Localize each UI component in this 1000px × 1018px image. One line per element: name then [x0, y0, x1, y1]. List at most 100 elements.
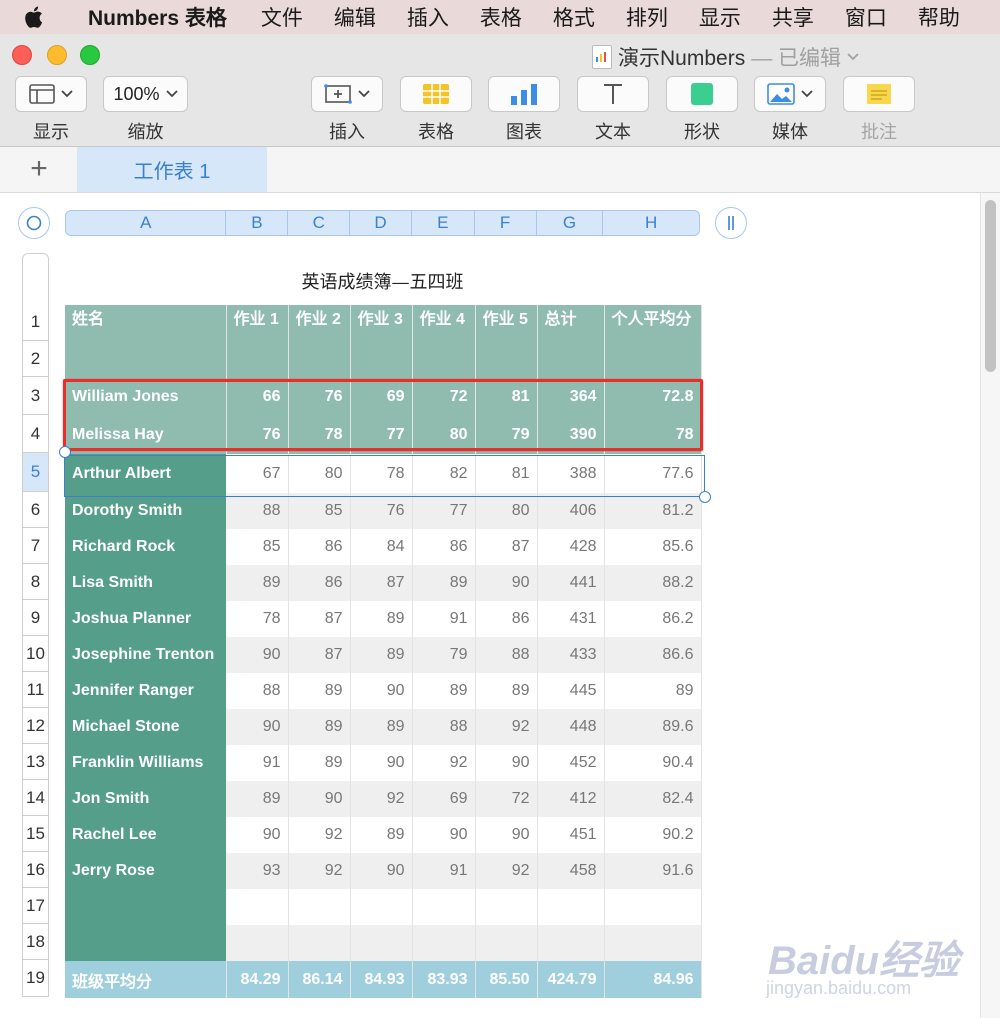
menu-insert[interactable]: 插入 [407, 2, 449, 32]
score-cell[interactable] [604, 889, 702, 925]
score-cell[interactable]: 79 [412, 637, 476, 673]
score-cell[interactable] [350, 889, 413, 925]
footer-cell[interactable]: 86.14 [288, 961, 351, 998]
column-header-b[interactable]: B [226, 211, 289, 235]
column-header-a[interactable]: A [66, 211, 227, 235]
menu-view[interactable]: 显示 [699, 2, 741, 32]
score-cell[interactable]: 87 [350, 565, 413, 601]
score-cell[interactable]: 69 [412, 781, 476, 817]
score-cell[interactable]: 433 [537, 637, 605, 673]
text-button[interactable] [577, 76, 649, 112]
column-header-e[interactable]: E [412, 211, 475, 235]
score-cell[interactable]: 76 [350, 493, 413, 529]
score-cell[interactable]: 86 [475, 601, 538, 637]
score-cell[interactable]: 92 [288, 817, 351, 853]
score-cell[interactable]: 91.6 [604, 853, 702, 889]
score-cell[interactable]: 78 [226, 601, 289, 637]
menu-table[interactable]: 表格 [480, 2, 522, 32]
row-header-selected[interactable]: 5 [22, 453, 49, 492]
score-cell[interactable]: 458 [537, 853, 605, 889]
header-cell[interactable]: 作业 3 [350, 305, 413, 342]
column-header-c[interactable]: C [288, 211, 351, 235]
row-header[interactable]: 4 [22, 415, 49, 453]
header-cell[interactable]: 作业 1 [226, 305, 289, 342]
row-header[interactable]: 19 [22, 960, 49, 997]
footer-cell[interactable]: 84.29 [226, 961, 289, 998]
score-cell[interactable]: 86 [412, 529, 476, 565]
minimize-window-button[interactable] [47, 45, 67, 65]
menu-help[interactable]: 帮助 [918, 2, 960, 32]
row-header[interactable]: 3 [22, 377, 49, 415]
header-cell[interactable] [350, 342, 413, 378]
score-cell[interactable]: 86.2 [604, 601, 702, 637]
student-name-cell[interactable]: Dorothy Smith [65, 493, 226, 529]
score-cell[interactable]: 445 [537, 673, 605, 709]
menu-window[interactable]: 窗口 [845, 2, 887, 32]
student-name-cell[interactable]: Rachel Lee [65, 817, 226, 853]
score-cell[interactable]: 91 [226, 745, 289, 781]
score-cell[interactable]: 89 [350, 601, 413, 637]
header-cell[interactable]: 作业 4 [412, 305, 476, 342]
score-cell[interactable]: 89 [226, 781, 289, 817]
score-cell[interactable]: 90 [475, 745, 538, 781]
footer-cell[interactable]: 424.79 [537, 961, 605, 998]
row-header[interactable]: 2 [22, 341, 49, 377]
score-cell[interactable] [537, 925, 605, 961]
score-cell[interactable]: 86 [288, 565, 351, 601]
view-button[interactable] [15, 76, 87, 112]
score-cell[interactable]: 92 [288, 853, 351, 889]
shape-button[interactable] [666, 76, 738, 112]
score-cell[interactable] [412, 925, 476, 961]
score-cell[interactable]: 90.2 [604, 817, 702, 853]
score-cell[interactable]: 412 [537, 781, 605, 817]
row-header[interactable]: 6 [22, 492, 49, 528]
select-table-button[interactable] [18, 207, 50, 239]
score-cell[interactable] [288, 889, 351, 925]
table-button[interactable] [400, 76, 472, 112]
row-header[interactable]: 12 [22, 708, 49, 744]
score-cell[interactable]: 89 [288, 673, 351, 709]
score-cell[interactable]: 85 [288, 493, 351, 529]
student-name-cell[interactable]: Richard Rock [65, 529, 226, 565]
row-header[interactable]: 13 [22, 744, 49, 780]
header-cell[interactable] [226, 342, 289, 378]
header-cell[interactable] [412, 342, 476, 378]
header-cell[interactable]: 作业 2 [288, 305, 351, 342]
student-name-cell[interactable] [65, 889, 226, 925]
selection-handle-bottom-right[interactable] [699, 491, 711, 503]
row-header[interactable]: 10 [22, 636, 49, 672]
score-cell[interactable] [350, 925, 413, 961]
menu-file[interactable]: 文件 [261, 2, 303, 32]
score-cell[interactable]: 451 [537, 817, 605, 853]
score-cell[interactable]: 452 [537, 745, 605, 781]
score-cell[interactable]: 431 [537, 601, 605, 637]
score-cell[interactable]: 90 [226, 637, 289, 673]
row-header[interactable]: 15 [22, 816, 49, 852]
student-name-cell[interactable]: Lisa Smith [65, 565, 226, 601]
score-cell[interactable]: 86.6 [604, 637, 702, 673]
score-cell[interactable]: 92 [475, 709, 538, 745]
score-cell[interactable]: 88.2 [604, 565, 702, 601]
header-cell[interactable] [604, 342, 702, 378]
score-cell[interactable]: 88 [475, 637, 538, 673]
header-cell[interactable]: 作业 5 [475, 305, 538, 342]
close-window-button[interactable] [12, 45, 32, 65]
column-header-f[interactable]: F [475, 211, 537, 235]
student-name-cell[interactable] [65, 925, 226, 961]
menu-app-name[interactable]: Numbers 表格 [88, 2, 227, 32]
score-cell[interactable] [226, 889, 289, 925]
vertical-scroll-thumb[interactable] [985, 200, 996, 372]
footer-cell[interactable]: 83.93 [412, 961, 476, 998]
menu-format[interactable]: 格式 [553, 2, 595, 32]
score-cell[interactable] [604, 925, 702, 961]
score-cell[interactable]: 89 [350, 637, 413, 673]
score-cell[interactable]: 91 [412, 601, 476, 637]
tab-sheet-1[interactable]: 工作表 1 [77, 147, 267, 192]
menu-share[interactable]: 共享 [772, 2, 814, 32]
document-title[interactable]: 演示Numbers — 已编辑 [592, 42, 859, 72]
menu-edit[interactable]: 编辑 [334, 2, 376, 32]
score-cell[interactable] [475, 889, 538, 925]
column-header-h[interactable]: H [603, 211, 699, 235]
score-cell[interactable]: 90 [226, 709, 289, 745]
score-cell[interactable]: 90 [350, 853, 413, 889]
